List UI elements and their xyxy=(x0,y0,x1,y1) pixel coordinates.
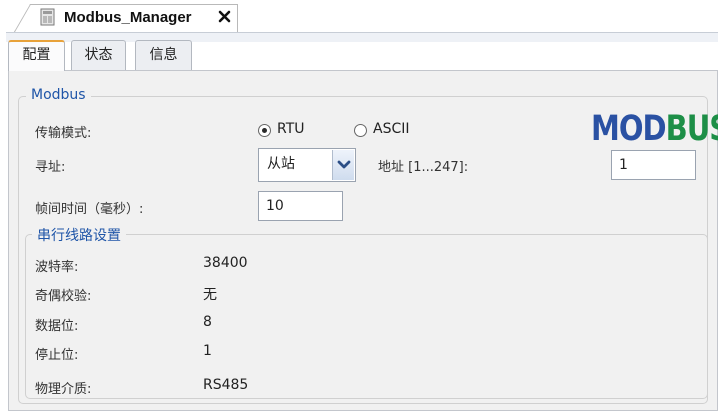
radio-rtu[interactable] xyxy=(258,124,271,137)
modbus-manager-editor: Modbus_Manager 配置 状态 信息 Modbus MODBUS 传输… xyxy=(0,0,718,415)
radio-rtu-selected-dot xyxy=(262,128,267,133)
stop-bits-label: 停止位: xyxy=(35,348,79,363)
close-icon[interactable] xyxy=(218,10,231,23)
physical-medium-value: RS485 xyxy=(203,377,249,393)
baud-rate-label: 波特率: xyxy=(35,260,79,275)
radio-ascii[interactable] xyxy=(354,124,367,137)
chevron-down-icon[interactable] xyxy=(332,150,354,180)
modbus-logo: MODBUS xyxy=(591,110,718,146)
transmission-mode-label: 传输模式: xyxy=(35,126,92,141)
parity-value: 无 xyxy=(203,287,217,303)
addressing-label: 寻址: xyxy=(35,160,66,175)
document-icon xyxy=(40,8,56,26)
parity-label: 奇偶校验: xyxy=(35,289,92,304)
modbus-logo-letter: U xyxy=(686,107,711,149)
modbus-logo-text: MODBUS xyxy=(591,108,718,149)
modbus-logo-letter: B xyxy=(665,107,688,149)
address-input[interactable]: 1 xyxy=(611,150,696,180)
tab-config[interactable]: 配置 xyxy=(8,40,65,71)
interframe-time-label: 帧间时间（毫秒）: xyxy=(35,202,144,217)
modbus-logo-letter: M xyxy=(591,107,620,149)
serial-line-group xyxy=(25,234,708,399)
address-range-label: 地址 [1...247]: xyxy=(378,160,469,175)
tab-status[interactable]: 状态 xyxy=(71,40,126,71)
baud-rate-value: 38400 xyxy=(203,255,248,271)
addressing-select-value: 从站 xyxy=(267,156,295,172)
modbus-logo-letter: O xyxy=(618,107,644,149)
physical-medium-label: 物理介质: xyxy=(35,382,92,397)
data-bits-value: 8 xyxy=(203,314,212,330)
radio-rtu-label[interactable]: RTU xyxy=(277,121,305,137)
tab-info[interactable]: 信息 xyxy=(135,40,192,71)
editor-title: Modbus_Manager xyxy=(64,9,192,26)
data-bits-label: 数据位: xyxy=(35,319,79,334)
stop-bits-value: 1 xyxy=(203,343,212,359)
config-panel: Modbus MODBUS 传输模式: RTU ASCII 寻址: 从站 地址 … xyxy=(8,70,718,411)
serial-line-legend: 串行线路设置 xyxy=(32,225,126,245)
interframe-time-input[interactable]: 10 xyxy=(258,191,343,221)
modbus-group-legend: Modbus xyxy=(26,87,91,103)
radio-ascii-label[interactable]: ASCII xyxy=(373,121,410,137)
addressing-select[interactable]: 从站 xyxy=(258,148,356,182)
modbus-logo-letter: S xyxy=(709,108,718,149)
modbus-logo-letter: D xyxy=(642,107,667,149)
